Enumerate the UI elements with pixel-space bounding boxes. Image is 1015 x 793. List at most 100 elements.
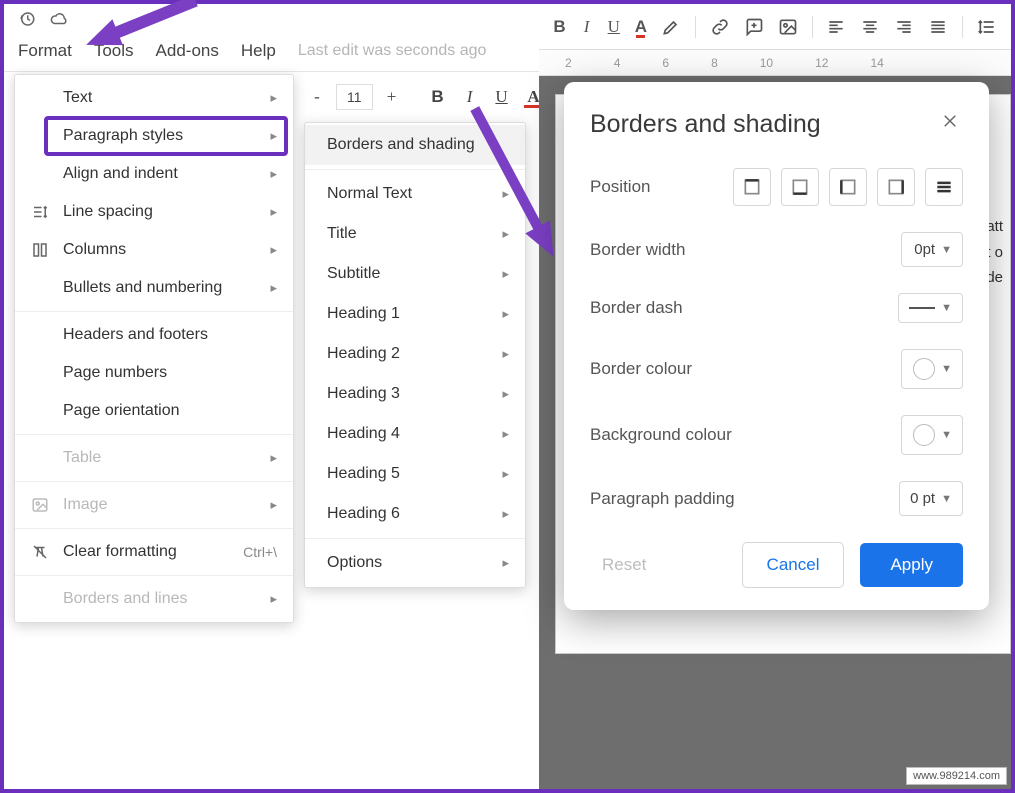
insert-image-button[interactable] [778, 15, 798, 39]
menu-item-line-spacing[interactable]: Line spacing▸ [15, 193, 293, 231]
toolbar-separator [962, 16, 963, 38]
menu-help[interactable]: Help [241, 41, 276, 61]
menu-separator [305, 538, 525, 539]
menu-item-table: Table▸ [15, 439, 293, 477]
clear-formatting-icon [29, 543, 51, 561]
paragraph-padding-label: Paragraph padding [590, 489, 899, 509]
ruler-tick: 14 [870, 56, 883, 70]
left-pane: Format Tools Add-ons Help Last edit was … [4, 4, 539, 789]
menu-item-align-indent[interactable]: Align and indent▸ [15, 155, 293, 193]
background-colour-select[interactable]: ▼ [901, 415, 963, 455]
submenu-item-heading-4[interactable]: Heading 4▸ [305, 414, 525, 454]
close-button[interactable] [937, 108, 963, 140]
menu-item-page-orientation[interactable]: Page orientation [15, 392, 293, 430]
ruler-tick: 8 [711, 56, 718, 70]
fontsize-increase[interactable]: + [379, 84, 405, 110]
submenu-item-heading-3[interactable]: Heading 3▸ [305, 374, 525, 414]
border-between-button[interactable] [925, 168, 963, 206]
menu-item-image: Image▸ [15, 486, 293, 524]
border-dash-label: Border dash [590, 298, 898, 318]
menu-item-bullets-numbering[interactable]: Bullets and numbering▸ [15, 269, 293, 307]
submenu-item-options[interactable]: Options▸ [305, 543, 525, 583]
menu-format[interactable]: Format [18, 41, 72, 61]
chevron-down-icon: ▼ [941, 244, 952, 256]
reset-button: Reset [590, 545, 658, 585]
menu-item-clear-formatting[interactable]: Clear formattingCtrl+\ [15, 533, 293, 571]
submenu-item-heading-1[interactable]: Heading 1▸ [305, 294, 525, 334]
right-toolbar: B I U A [539, 4, 1011, 50]
border-colour-select[interactable]: ▼ [901, 349, 963, 389]
colour-swatch-icon [913, 424, 935, 446]
border-dash-select[interactable]: ▼ [898, 293, 963, 323]
ruler-tick: 2 [565, 56, 572, 70]
chevron-down-icon: ▼ [941, 302, 952, 314]
toolbar-separator [695, 16, 696, 38]
background-colour-label: Background colour [590, 425, 901, 445]
menu-item-columns[interactable]: Columns▸ [15, 231, 293, 269]
borders-shading-dialog: Borders and shading Position Border widt… [564, 82, 989, 610]
border-width-label: Border width [590, 240, 901, 260]
border-bottom-button[interactable] [781, 168, 819, 206]
border-right-button[interactable] [877, 168, 915, 206]
menu-item-text[interactable]: Text▸ [15, 79, 293, 117]
toolbar-separator [812, 16, 813, 38]
cloud-icon[interactable] [50, 10, 68, 33]
edit-status[interactable]: Last edit was seconds ago [298, 42, 487, 60]
ruler-tick: 4 [614, 56, 621, 70]
columns-icon [29, 241, 51, 259]
menu-separator [15, 481, 293, 482]
menu-separator [15, 434, 293, 435]
cancel-button[interactable]: Cancel [742, 542, 845, 588]
submenu-item-heading-6[interactable]: Heading 6▸ [305, 494, 525, 534]
text-color-button[interactable]: A [634, 15, 647, 39]
line-spacing-icon [29, 203, 51, 221]
italic-button[interactable]: I [580, 15, 593, 39]
ruler-tick: 6 [662, 56, 669, 70]
fontsize-value[interactable]: 11 [336, 84, 373, 110]
submenu-item-subtitle[interactable]: Subtitle▸ [305, 254, 525, 294]
watermark: www.989214.com [906, 767, 1007, 785]
apply-button[interactable]: Apply [860, 543, 963, 587]
menu-separator [15, 311, 293, 312]
bold-button[interactable]: B [425, 84, 451, 110]
chevron-down-icon: ▼ [941, 429, 952, 441]
bold-button[interactable]: B [553, 15, 566, 39]
submenu-item-heading-2[interactable]: Heading 2▸ [305, 334, 525, 374]
menu-item-headers-footers[interactable]: Headers and footers [15, 316, 293, 354]
dash-sample-icon [909, 307, 935, 309]
align-right-button[interactable] [894, 15, 914, 39]
paragraph-padding-select[interactable]: 0 pt▼ [899, 481, 963, 516]
menu-item-borders-lines: Borders and lines▸ [15, 580, 293, 618]
format-dropdown: Text▸ Paragraph styles▸ Align and indent… [14, 74, 294, 623]
underline-button[interactable]: U [607, 15, 620, 39]
dialog-title: Borders and shading [590, 110, 937, 139]
menu-item-page-numbers[interactable]: Page numbers [15, 354, 293, 392]
shortcut-label: Ctrl+\ [243, 544, 277, 560]
menu-separator [15, 528, 293, 529]
align-center-button[interactable] [860, 15, 880, 39]
border-top-button[interactable] [733, 168, 771, 206]
border-left-button[interactable] [829, 168, 867, 206]
border-width-select[interactable]: 0pt▼ [901, 232, 963, 267]
highlight-color-button[interactable] [661, 15, 681, 39]
menu-item-paragraph-styles[interactable]: Paragraph styles▸ [15, 117, 293, 155]
insert-link-button[interactable] [710, 15, 730, 39]
chevron-down-icon: ▼ [941, 493, 952, 505]
align-left-button[interactable] [826, 15, 846, 39]
history-icon[interactable] [18, 10, 36, 33]
submenu-item-title[interactable]: Title▸ [305, 214, 525, 254]
submenu-item-heading-5[interactable]: Heading 5▸ [305, 454, 525, 494]
add-comment-button[interactable] [744, 15, 764, 39]
border-colour-label: Border colour [590, 359, 901, 379]
ruler-tick: 10 [760, 56, 773, 70]
line-spacing-button[interactable] [977, 15, 997, 39]
position-buttons [733, 168, 963, 206]
fontsize-decrease[interactable]: - [304, 84, 330, 110]
align-justify-button[interactable] [928, 15, 948, 39]
colour-swatch-icon [913, 358, 935, 380]
ruler: 2 4 6 8 10 12 14 [539, 50, 1011, 76]
chevron-down-icon: ▼ [941, 363, 952, 375]
position-label: Position [590, 177, 733, 197]
ruler-tick: 12 [815, 56, 828, 70]
menu-separator [15, 575, 293, 576]
